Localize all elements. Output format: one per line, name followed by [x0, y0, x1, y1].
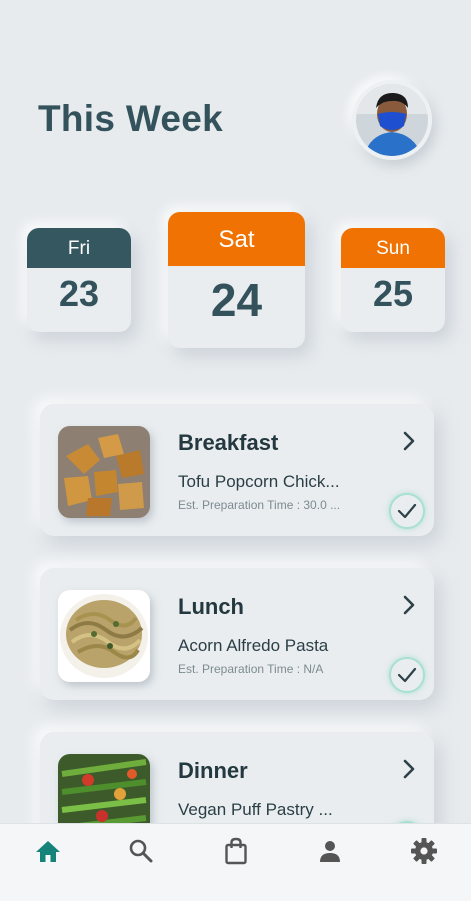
- meal-card-lunch[interactable]: Lunch Acorn Alfredo Pasta Est. Preparati…: [40, 568, 434, 700]
- avatar-photo: [356, 84, 428, 156]
- meal-dish-name: Acorn Alfredo Pasta: [178, 636, 329, 655]
- meal-dish-name: Tofu Popcorn Chick...: [178, 472, 340, 491]
- meal-prep-time: Est. Preparation Time : N/A: [178, 662, 324, 676]
- person-icon: [320, 841, 340, 862]
- day-number: 25: [372, 273, 414, 314]
- day-name: Sun: [341, 228, 445, 268]
- nav-search-button[interactable]: [126, 836, 156, 866]
- avatar[interactable]: [352, 80, 432, 160]
- meal-label: Breakfast: [178, 430, 279, 455]
- completed-check-button[interactable]: [389, 493, 425, 529]
- meal-image: [58, 426, 150, 518]
- chevron-right-icon[interactable]: [402, 758, 416, 780]
- day-card-fri[interactable]: Fri 23: [27, 228, 131, 332]
- completed-check-button[interactable]: [389, 657, 425, 693]
- settings-icon: [411, 838, 437, 864]
- day-card-sun[interactable]: Sun 25: [341, 228, 445, 332]
- meal-label: Dinner: [178, 758, 248, 783]
- day-number: 23: [58, 273, 100, 314]
- home-icon: [36, 841, 60, 862]
- page-title: This Week: [38, 98, 224, 139]
- nav-profile-button[interactable]: [315, 836, 345, 866]
- meal-prep-time: Est. Preparation Time : 30.0 ...: [178, 498, 341, 512]
- day-card-sat[interactable]: Sat 24: [168, 212, 305, 348]
- meal-image: [58, 590, 150, 682]
- nav-settings-button[interactable]: [409, 836, 439, 866]
- bottom-nav: [0, 823, 471, 901]
- meal-card-breakfast[interactable]: Breakfast Tofu Popcorn Chick... Est. Pre…: [40, 404, 434, 536]
- shopping-bag-icon: [225, 837, 247, 865]
- meal-dish-name: Vegan Puff Pastry ...: [178, 800, 333, 819]
- search-icon: [129, 839, 153, 863]
- chevron-right-icon[interactable]: [402, 594, 416, 616]
- nav-shopping-button[interactable]: [221, 836, 251, 866]
- meal-label: Lunch: [178, 594, 244, 619]
- chevron-right-icon[interactable]: [402, 430, 416, 452]
- day-name: Sat: [168, 212, 305, 266]
- check-icon: [397, 667, 417, 683]
- day-number: 24: [210, 274, 263, 326]
- nav-home-button[interactable]: [33, 836, 63, 866]
- day-name: Fri: [27, 228, 131, 268]
- check-icon: [397, 503, 417, 519]
